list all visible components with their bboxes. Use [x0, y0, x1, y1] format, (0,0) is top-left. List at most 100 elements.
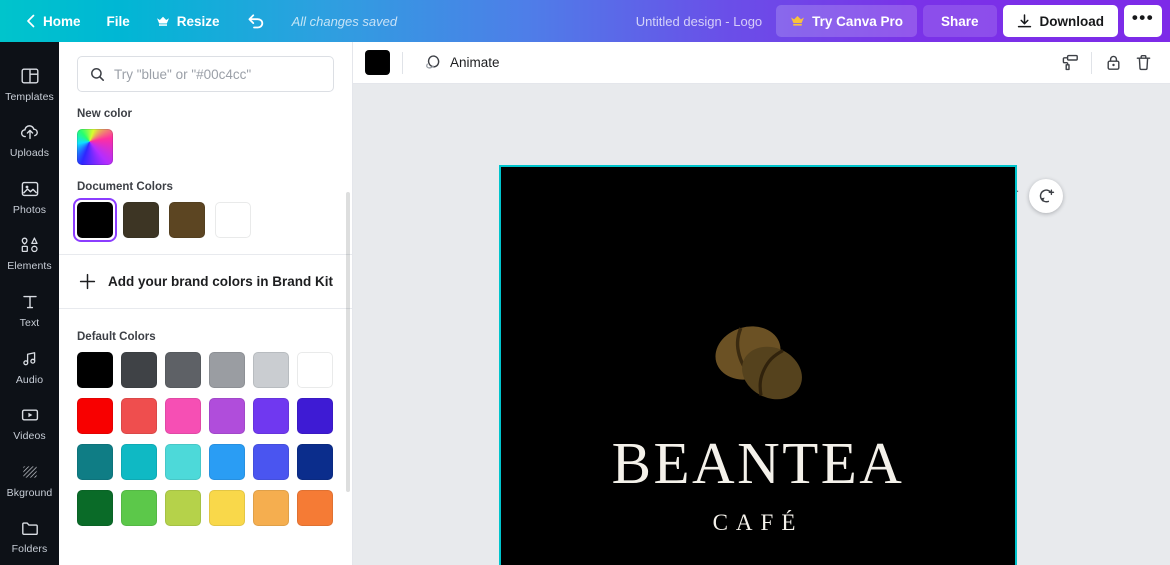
sidebar-item-background[interactable]: Bkground: [0, 452, 59, 509]
default-color-swatch[interactable]: [297, 490, 333, 526]
new-color-picker-swatch[interactable]: [77, 129, 113, 165]
default-color-swatch[interactable]: [121, 444, 157, 480]
panel-divider-2: [59, 308, 352, 309]
coffee-beans-icon: [700, 315, 816, 416]
default-color-swatch[interactable]: [77, 398, 113, 434]
design-canvas-wrapper: BEANTEA CAFÉ: [499, 165, 1063, 565]
copy-style-icon[interactable]: [1055, 48, 1085, 78]
document-color-swatch[interactable]: [169, 202, 205, 238]
elements-icon: [19, 235, 41, 255]
search-input[interactable]: [114, 66, 321, 82]
background-icon: [20, 462, 40, 482]
audio-icon: [20, 349, 40, 369]
default-color-swatch[interactable]: [165, 444, 201, 480]
toolbar-divider-2: [1091, 51, 1092, 74]
file-menu-button[interactable]: File: [94, 6, 143, 36]
panel-scrollbar[interactable]: [346, 192, 350, 492]
default-color-swatch[interactable]: [297, 352, 333, 388]
default-colors-label: Default Colors: [77, 331, 156, 343]
sidebar-item-label: Folders: [11, 543, 48, 556]
share-label: Share: [940, 13, 979, 29]
sidebar-item-templates[interactable]: Templates: [0, 56, 59, 113]
document-color-swatch[interactable]: [215, 202, 251, 238]
default-color-swatch[interactable]: [165, 352, 201, 388]
default-color-swatch[interactable]: [209, 398, 245, 434]
download-label: Download: [1039, 13, 1105, 29]
undo-button[interactable]: [233, 6, 278, 36]
default-color-swatch[interactable]: [77, 444, 113, 480]
chevron-left-icon: [25, 14, 36, 28]
design-title[interactable]: Untitled design - Logo: [622, 14, 776, 29]
default-color-swatch[interactable]: [253, 444, 289, 480]
sidebar-item-label: Text: [19, 317, 40, 330]
new-color-label: New color: [77, 108, 132, 120]
sidebar-item-label: Bkground: [6, 486, 53, 499]
default-color-swatch[interactable]: [297, 444, 333, 480]
try-canva-pro-button[interactable]: Try Canva Pro: [776, 5, 917, 37]
default-color-swatch[interactable]: [253, 490, 289, 526]
videos-icon: [20, 405, 40, 425]
default-color-swatch[interactable]: [253, 352, 289, 388]
canva-editor: Home File Resize All changes saved Untit…: [0, 0, 1170, 565]
folders-icon: [20, 518, 40, 538]
default-color-swatch[interactable]: [209, 444, 245, 480]
sidebar-item-elements[interactable]: Elements: [0, 226, 59, 283]
more-label: •••: [1131, 7, 1155, 27]
download-button[interactable]: Download: [1002, 5, 1118, 37]
sidebar-item-label: Uploads: [9, 147, 50, 160]
home-button[interactable]: Home: [12, 6, 94, 36]
undo-icon: [246, 13, 265, 29]
home-label: Home: [43, 13, 81, 29]
add-brand-colors-button[interactable]: Add your brand colors in Brand Kit: [77, 255, 334, 308]
sidebar-item-uploads[interactable]: Uploads: [0, 113, 59, 170]
default-color-swatch[interactable]: [253, 398, 289, 434]
lock-icon[interactable]: [1098, 48, 1128, 78]
crown-icon: [790, 15, 805, 27]
document-color-swatch[interactable]: [123, 202, 159, 238]
search-container: [77, 42, 334, 92]
search-icon: [90, 67, 105, 82]
design-canvas[interactable]: BEANTEA CAFÉ: [499, 165, 1017, 565]
sidebar-item-videos[interactable]: Videos: [0, 395, 59, 452]
sidebar-item-folders[interactable]: Folders: [0, 509, 59, 565]
canvas-toolbar: Animate: [353, 42, 1170, 84]
more-options-button[interactable]: •••: [1124, 5, 1162, 37]
toolbar-divider: [402, 51, 403, 74]
default-color-swatch[interactable]: [165, 490, 201, 526]
brandkit-label: Add your brand colors in Brand Kit: [108, 274, 334, 289]
default-color-swatch[interactable]: [165, 398, 201, 434]
document-color-swatch[interactable]: [73, 198, 117, 242]
sidebar-item-label: Photos: [12, 203, 47, 216]
selected-color-swatch[interactable]: [365, 50, 390, 75]
default-color-swatch[interactable]: [121, 352, 157, 388]
templates-icon: [20, 66, 40, 86]
document-colors-row: [73, 198, 334, 242]
default-color-swatch[interactable]: [121, 490, 157, 526]
canvas-area: BEANTEA CAFÉ: [353, 84, 1170, 565]
default-color-swatch[interactable]: [77, 352, 113, 388]
color-search[interactable]: [77, 56, 334, 92]
top-bar-left: Home File Resize All changes saved: [12, 6, 411, 36]
sidebar-item-label: Elements: [7, 260, 52, 273]
sidebar-item-audio[interactable]: Audio: [0, 339, 59, 396]
rotate-comment-handle[interactable]: [1029, 179, 1063, 213]
default-color-swatch[interactable]: [77, 490, 113, 526]
text-icon: [20, 292, 40, 312]
trash-icon[interactable]: [1128, 48, 1158, 78]
default-color-swatch[interactable]: [209, 490, 245, 526]
pro-label: Try Canva Pro: [812, 13, 903, 29]
share-button[interactable]: Share: [922, 5, 997, 37]
resize-button[interactable]: Resize: [143, 6, 233, 36]
default-color-swatch[interactable]: [297, 398, 333, 434]
default-color-swatch[interactable]: [121, 398, 157, 434]
sidebar-item-photos[interactable]: Photos: [0, 169, 59, 226]
main-area: Animate BEANTEA CAFÉ: [353, 42, 1170, 565]
document-colors-label: Document Colors: [77, 181, 173, 193]
animate-button[interactable]: Animate: [415, 48, 508, 78]
logo-subtitle: CAFÉ: [712, 510, 804, 535]
plus-icon: [79, 273, 96, 290]
sidebar-item-text[interactable]: Text: [0, 282, 59, 339]
sidebar-item-label: Videos: [13, 430, 46, 443]
default-color-swatch[interactable]: [209, 352, 245, 388]
logo-group[interactable]: BEANTEA CAFÉ: [501, 315, 1015, 534]
